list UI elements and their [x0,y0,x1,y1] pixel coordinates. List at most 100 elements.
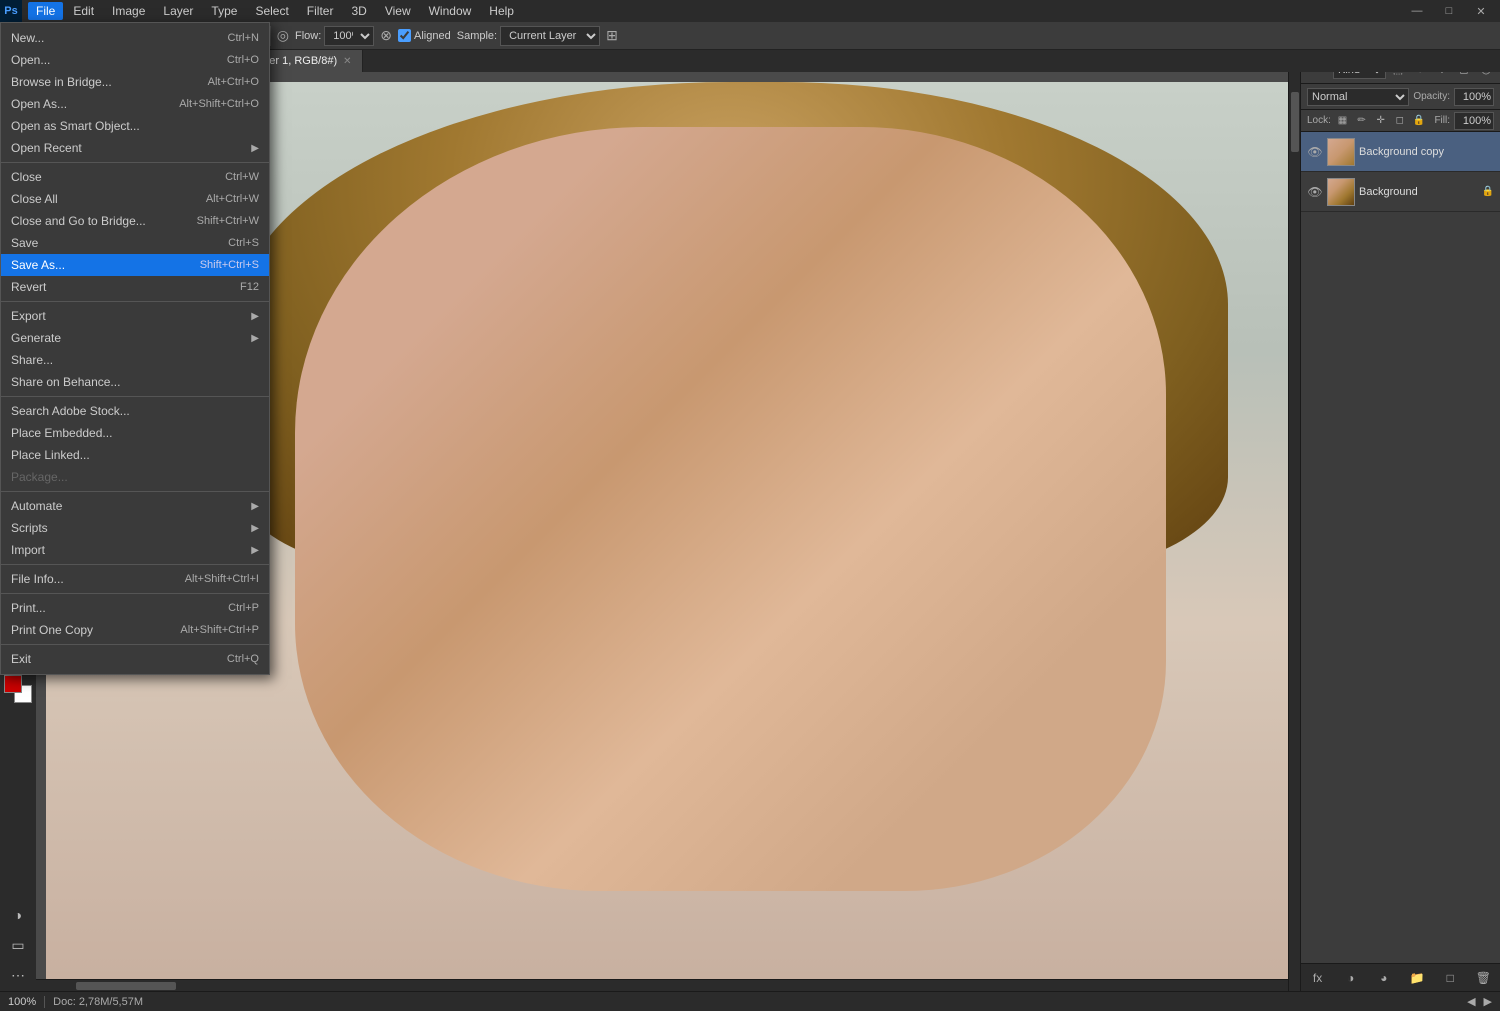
menu-item-file[interactable]: File [28,2,63,20]
menu-item-type[interactable]: Type [203,2,245,20]
add-fx-button[interactable]: fx [1308,968,1328,988]
menu-close-bridge[interactable]: Close and Go to Bridge... Shift+Ctrl+W [1,210,269,232]
lock-artboard-btn[interactable]: ◻ [1392,113,1407,129]
quick-mask-tool[interactable]: ◑ [4,903,32,927]
menu-file-info[interactable]: File Info... Alt+Shift+Ctrl+I [1,568,269,590]
foreground-color[interactable] [4,675,22,693]
opacity-label: Opacity: [1413,91,1450,102]
menu-new[interactable]: New... Ctrl+N [1,27,269,49]
menu-bar: File Edit Image Layer Type Select Filter… [0,0,1500,22]
menu-sep-1 [1,162,269,163]
sample-label: Sample: [457,30,497,42]
flow-select[interactable]: 100% [324,26,374,46]
flow-label: Flow: [295,30,321,42]
menu-share[interactable]: Share... [1,349,269,371]
menu-place-linked[interactable]: Place Linked... [1,444,269,466]
airbrush-icon: ⊗ [380,27,392,44]
horizontal-scrollbar[interactable] [36,979,1288,991]
color-swatches[interactable] [4,675,32,703]
menu-import[interactable]: Import ▶ [1,539,269,561]
layer-item-bg-copy[interactable]: 👁 Background copy [1301,132,1500,172]
maximize-button[interactable]: □ [1434,0,1464,22]
menu-item-image[interactable]: Image [104,2,153,20]
layers-blend-row: Normal Multiply Screen Opacity: [1301,84,1500,110]
menu-revert[interactable]: Revert F12 [1,276,269,298]
right-panel: Layers Channels Paths ≡ Kind Kind ⬚ ◑ T … [1300,22,1500,991]
menu-sep-7 [1,644,269,645]
layer-thumbnail-bg-copy [1327,138,1355,166]
menu-browse-bridge[interactable]: Browse in Bridge... Alt+Ctrl+O [1,71,269,93]
v-scroll-thumb[interactable] [1291,92,1299,152]
menu-item-3d[interactable]: 3D [343,2,374,20]
menu-save-as[interactable]: Save As... Shift+Ctrl+S [1,254,269,276]
create-group-button[interactable]: 📁 [1407,968,1427,988]
menu-print[interactable]: Print... Ctrl+P [1,597,269,619]
menu-item-window[interactable]: Window [421,2,480,20]
layer-visibility-background[interactable]: 👁 [1307,184,1323,200]
h-scroll-thumb[interactable] [76,982,176,990]
lock-transparent-btn[interactable]: ▦ [1335,113,1350,129]
close-button[interactable]: ✕ [1466,0,1496,22]
menu-item-help[interactable]: Help [481,2,522,20]
menu-close[interactable]: Close Ctrl+W [1,166,269,188]
aligned-label: Aligned [414,30,451,42]
menu-sep-4 [1,491,269,492]
layer-visibility-bg-copy[interactable]: 👁 [1307,144,1323,160]
file-menu-dropdown: New... Ctrl+N Open... Ctrl+O Browse in B… [0,22,270,675]
menu-generate[interactable]: Generate ▶ [1,327,269,349]
menu-place-embedded[interactable]: Place Embedded... [1,422,269,444]
menu-item-view[interactable]: View [377,2,419,20]
menu-save[interactable]: Save Ctrl+S [1,232,269,254]
extra-tools[interactable]: ⋯ [4,963,32,987]
status-bar: 100% Doc: 2,78M/5,57M ◀ ▶ [0,991,1500,1011]
scroll-arrow-right[interactable]: ▶ [1484,995,1492,1008]
menu-open-smart[interactable]: Open as Smart Object... [1,115,269,137]
minimize-button[interactable]: — [1402,0,1432,22]
menu-open-recent[interactable]: Open Recent ▶ [1,137,269,159]
menu-share-behance[interactable]: Share on Behance... [1,371,269,393]
fill-input[interactable] [1454,112,1494,130]
menu-package: Package... [1,466,269,488]
fill-label: Fill: [1434,115,1450,126]
layers-lock-row: Lock: ▦ ✏ ✛ ◻ 🔒 Fill: [1301,110,1500,132]
menu-item-filter[interactable]: Filter [299,2,342,20]
layer-name-background: Background [1359,186,1478,198]
add-mask-button[interactable]: ◑ [1341,968,1361,988]
opacity-input[interactable] [1454,88,1494,106]
lock-image-btn[interactable]: ✏ [1354,113,1369,129]
screen-mode-tool[interactable]: ▭ [4,933,32,957]
menu-close-all[interactable]: Close All Alt+Ctrl+W [1,188,269,210]
menu-sep-3 [1,396,269,397]
menu-print-one-copy[interactable]: Print One Copy Alt+Shift+Ctrl+P [1,619,269,641]
menu-item-edit[interactable]: Edit [65,2,102,20]
menu-export[interactable]: Export ▶ [1,305,269,327]
menu-exit[interactable]: Exit Ctrl+Q [1,648,269,670]
aligned-checkbox[interactable] [398,29,411,42]
delete-layer-button[interactable]: 🗑 [1473,968,1493,988]
menu-sep-6 [1,593,269,594]
blend-mode-select[interactable]: Normal Multiply Screen [1307,88,1409,106]
scroll-arrow-left[interactable]: ◀ [1467,995,1475,1008]
create-layer-button[interactable]: □ [1440,968,1460,988]
layer-item-background[interactable]: 👁 Background 🔒 [1301,172,1500,212]
layers-footer: fx ◑ ◕ 📁 □ 🗑 [1301,963,1500,991]
lock-position-btn[interactable]: ✛ [1373,113,1388,129]
layer-lock-icon: 🔒 [1482,186,1494,197]
menu-item-layer[interactable]: Layer [155,2,201,20]
app-logo: Ps [0,0,22,22]
menu-open[interactable]: Open... Ctrl+O [1,49,269,71]
layers-panel: Kind Kind ⬚ ◑ T ◻ ◎ Normal Multiply Scre… [1301,56,1500,991]
sample-select[interactable]: Current Layer [500,26,600,46]
menu-item-select[interactable]: Select [247,2,296,20]
lock-all-btn[interactable]: 🔒 [1411,113,1426,129]
menu-open-as[interactable]: Open As... Alt+Shift+Ctrl+O [1,93,269,115]
menu-search-stock[interactable]: Search Adobe Stock... [1,400,269,422]
vertical-scrollbar[interactable] [1288,72,1300,991]
doc-info: Doc: 2,78M/5,57M [53,996,143,1008]
menu-scripts[interactable]: Scripts ▶ [1,517,269,539]
tab-close-untitled1[interactable]: ✕ [343,56,351,67]
create-adjustment-button[interactable]: ◕ [1374,968,1394,988]
layer-name-bg-copy: Background copy [1359,146,1494,158]
menu-automate[interactable]: Automate ▶ [1,495,269,517]
zoom-level: 100% [8,996,36,1008]
